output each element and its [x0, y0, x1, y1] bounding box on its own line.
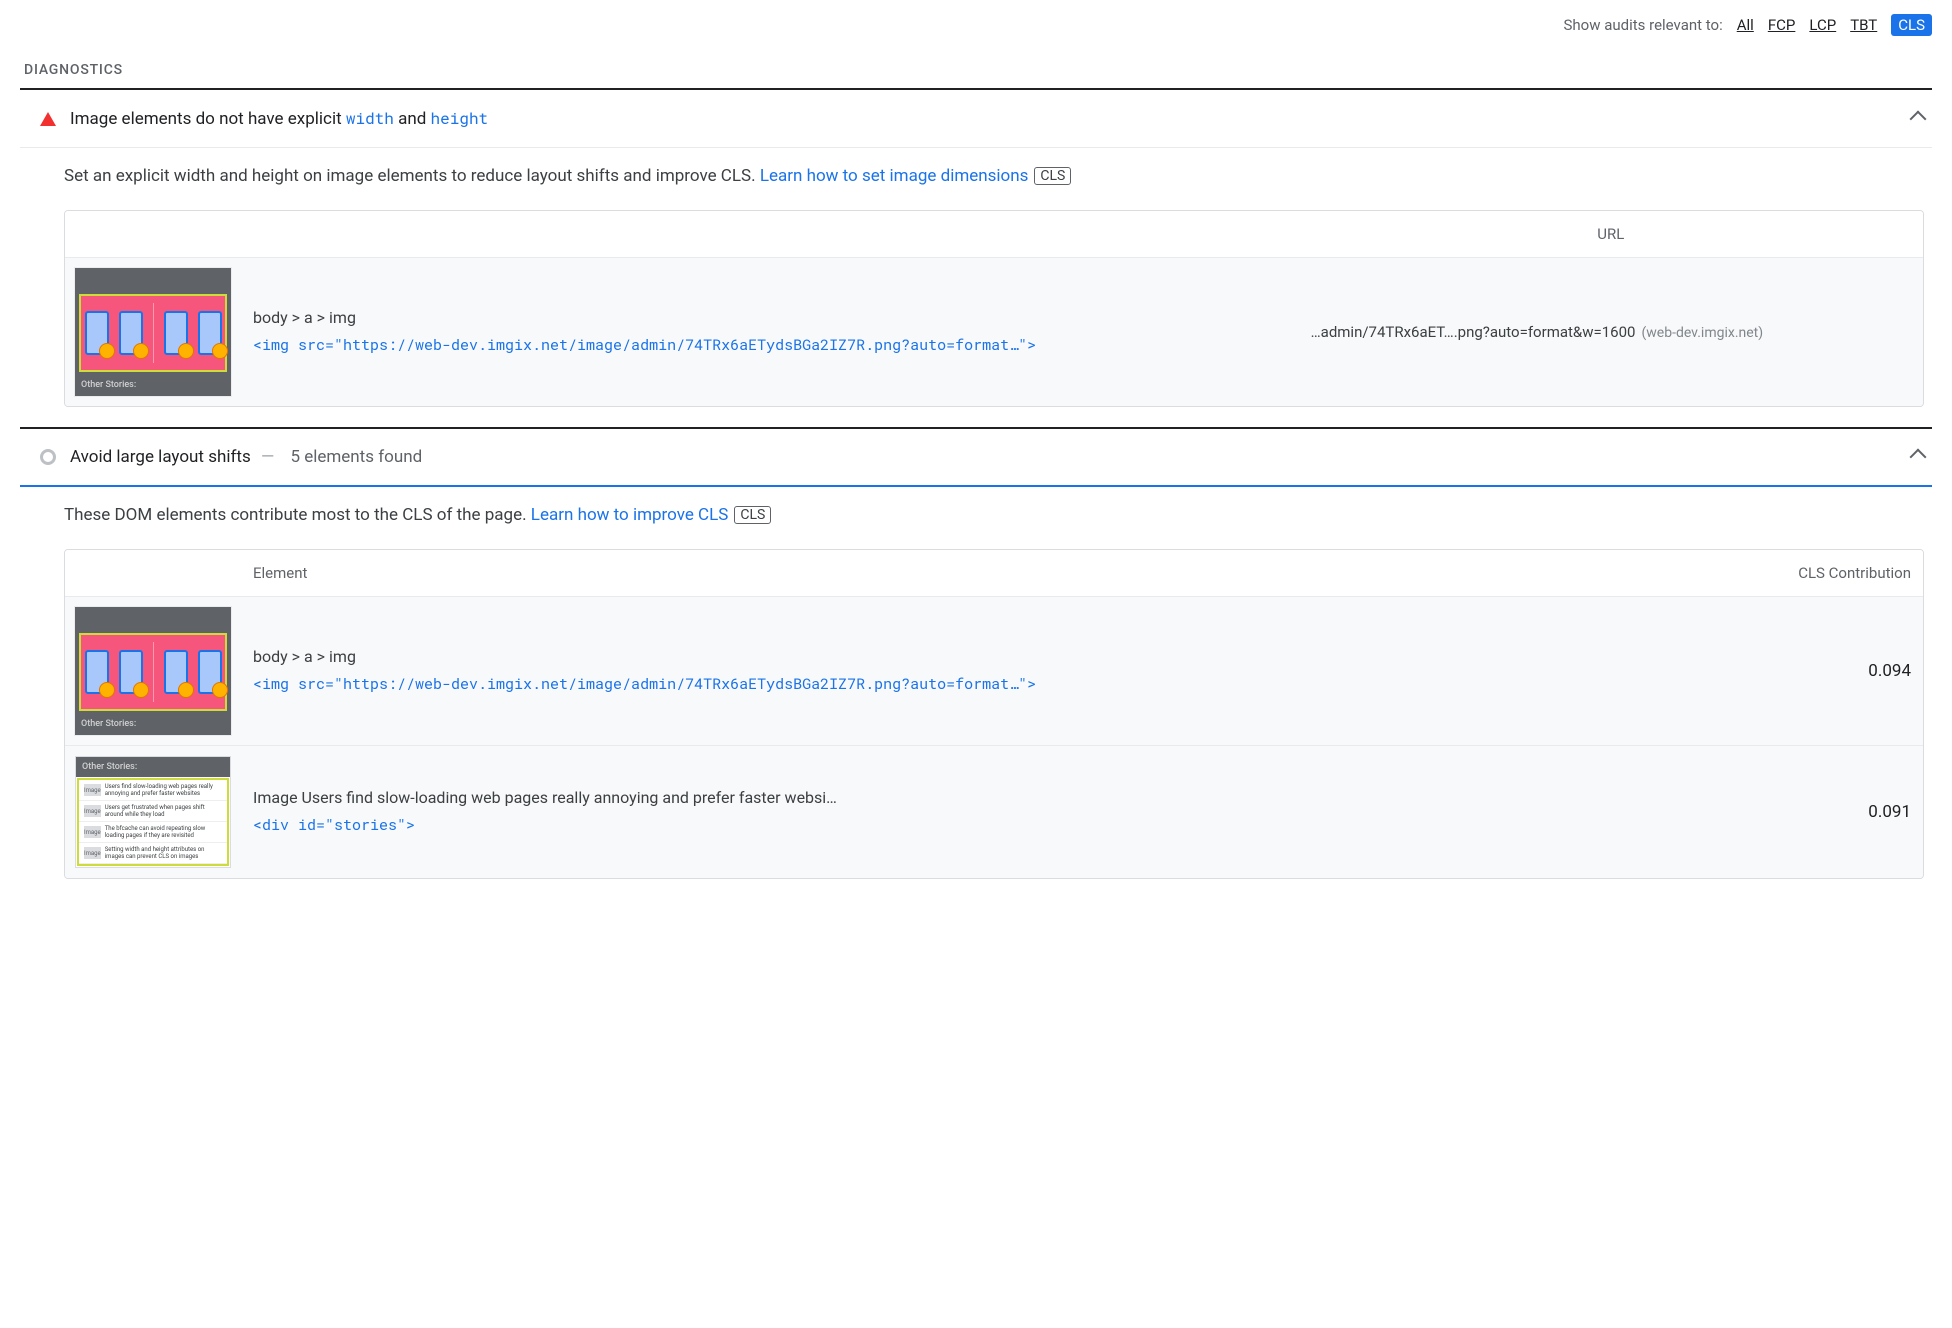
audit-table-cls: Element CLS Contribution Other Stories:: [64, 549, 1924, 879]
code-height: height: [431, 108, 489, 129]
element-selector: Image Users find slow-loading web pages …: [253, 788, 1711, 807]
audit-title-text: Avoid large layout shifts: [70, 447, 251, 467]
filter-lcp[interactable]: LCP: [1809, 16, 1836, 34]
filter-label: Show audits relevant to:: [1564, 16, 1723, 34]
audit-title-text: Image elements do not have explicit: [70, 109, 346, 129]
section-title: DIAGNOSTICS: [24, 62, 1932, 78]
dash: —: [261, 447, 274, 467]
filter-all[interactable]: All: [1737, 16, 1754, 34]
element-code: <div id="stories">: [253, 813, 1711, 837]
col-element: Element: [241, 550, 1723, 597]
cls-badge: CLS: [1034, 167, 1071, 185]
table-row[interactable]: Other Stories: body > a > img <img src="…: [65, 258, 1923, 407]
cls-value: 0.091: [1723, 746, 1923, 879]
thumb-header: Other Stories:: [76, 757, 230, 777]
element-thumbnail: Other Stories:: [75, 607, 231, 735]
story-line: Setting width and height attributes on i…: [105, 846, 222, 860]
element-code: <img src="https://web-dev.imgix.net/imag…: [253, 333, 1287, 357]
filter-bar: Show audits relevant to: All FCP LCP TBT…: [20, 10, 1932, 48]
col-cls: CLS Contribution: [1723, 550, 1923, 597]
story-line: Users find slow-loading web pages really…: [105, 783, 222, 797]
learn-more-link[interactable]: Learn how to improve CLS: [531, 505, 729, 525]
chevron-up-icon: [1910, 449, 1927, 466]
audit-title: Image elements do not have explicit widt…: [70, 108, 488, 129]
element-thumbnail: Other Stories:: [75, 268, 231, 396]
thumb-label: Other Stories:: [75, 715, 231, 735]
audit-description: Set an explicit width and height on imag…: [20, 148, 1932, 202]
audit-table: URL Other Stories: body > a > img: [64, 210, 1924, 407]
audit-title: Avoid large layout shifts — 5 elements f…: [70, 447, 422, 467]
element-selector: body > a > img: [253, 647, 1711, 666]
thumb-label: Other Stories:: [75, 376, 231, 396]
story-line: Users get frustrated when pages shift ar…: [105, 804, 222, 818]
audit-title-mid: and: [394, 109, 431, 129]
col-thumb: [65, 211, 241, 258]
col-url: URL: [1299, 211, 1923, 258]
filter-tbt[interactable]: TBT: [1850, 16, 1877, 34]
warning-triangle-icon: [40, 112, 56, 126]
story-line: The bfcache can avoid repeating slow loa…: [105, 825, 222, 839]
table-row[interactable]: Other Stories: body > a > img <img src="…: [65, 597, 1923, 746]
info-circle-icon: [40, 449, 56, 465]
filter-fcp[interactable]: FCP: [1768, 16, 1796, 34]
element-code: <img src="https://web-dev.imgix.net/imag…: [253, 672, 1711, 696]
audit-description: These DOM elements contribute most to th…: [20, 487, 1932, 541]
col-element: [241, 211, 1299, 258]
col-thumb: [65, 550, 241, 597]
audit-subtitle: 5 elements found: [290, 447, 422, 467]
audit-header-layout-shifts[interactable]: Avoid large layout shifts — 5 elements f…: [20, 429, 1932, 485]
audit-header-image-size[interactable]: Image elements do not have explicit widt…: [20, 90, 1932, 148]
filter-cls[interactable]: CLS: [1891, 14, 1932, 36]
cls-badge: CLS: [734, 506, 771, 524]
table-row[interactable]: Other Stories: ImageUsers find slow-load…: [65, 746, 1923, 879]
cls-value: 0.094: [1723, 597, 1923, 746]
learn-more-link[interactable]: Learn how to set image dimensions: [760, 166, 1029, 186]
element-selector: body > a > img: [253, 308, 1287, 327]
code-width: width: [346, 108, 394, 129]
chevron-up-icon: [1910, 110, 1927, 127]
audit-desc-text: Set an explicit width and height on imag…: [64, 166, 760, 186]
element-thumbnail: Other Stories: ImageUsers find slow-load…: [75, 756, 231, 868]
audit-desc-text: These DOM elements contribute most to th…: [64, 505, 531, 525]
element-url-host: (web-dev.imgix.net): [1641, 325, 1763, 341]
element-url[interactable]: …admin/74TRx6aET….png?auto=format&w=1600: [1311, 323, 1636, 341]
